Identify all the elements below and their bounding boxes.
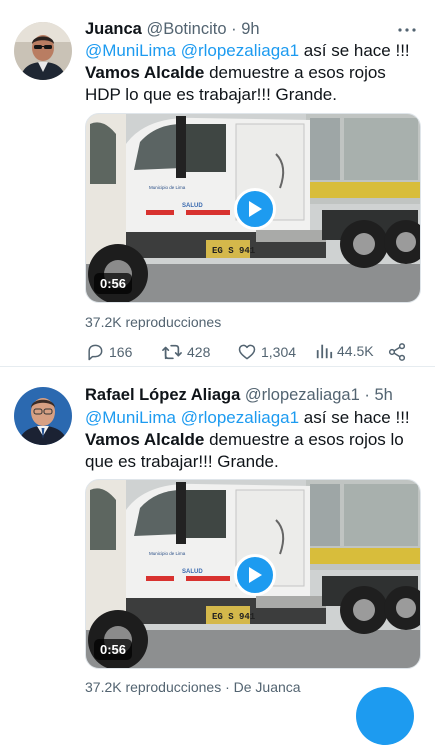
tweet-header: Rafael López Aliaga @rlopezaliaga1 · 5h <box>85 385 393 405</box>
tweet-juanca[interactable]: Juanca @Botincito · 9h @MuniLima @rlopez… <box>0 0 435 366</box>
mention-link[interactable]: @rlopezaliaga1 <box>181 408 299 427</box>
views-from[interactable]: · De Juanca <box>225 679 300 695</box>
compose-tweet-button[interactable] <box>356 687 414 745</box>
avatar-image <box>14 22 72 80</box>
author-name[interactable]: Rafael López Aliaga <box>85 386 240 404</box>
author-handle[interactable]: @Botincito <box>146 20 226 38</box>
like-count: 1,304 <box>261 344 297 360</box>
tweet-actions: 166 428 1,304 44.5K <box>85 342 415 364</box>
heart-icon <box>238 344 256 360</box>
mention-link[interactable]: @MuniLima <box>85 41 176 60</box>
more-dots-icon <box>398 28 416 32</box>
like-button[interactable]: 1,304 <box>237 342 296 362</box>
truck-plate: EG S 941 <box>212 612 256 622</box>
video-player[interactable]: EG S 941 Municipio de Lima SALUD 0:56 <box>85 113 421 303</box>
mention-link[interactable]: @MuniLima <box>85 408 176 427</box>
tweet-text: @MuniLima @rlopezaliaga1 así se hace !!!… <box>85 407 415 473</box>
avatar[interactable] <box>14 22 72 80</box>
video-duration: 0:56 <box>94 273 133 294</box>
reply-icon <box>88 344 103 361</box>
more-options-button[interactable] <box>395 18 419 42</box>
share-button[interactable] <box>387 342 407 362</box>
play-icon <box>249 567 262 583</box>
separator-dot: · <box>231 20 237 38</box>
analytics-count: 44.5K <box>337 343 374 359</box>
view-count-line: 37.2K reproducciones · De Juanca <box>85 679 301 695</box>
tweet-time[interactable]: 9h <box>241 20 259 38</box>
avatar-image <box>14 387 72 445</box>
reply-count: 166 <box>109 344 133 360</box>
tweet-time[interactable]: 5h <box>374 386 392 404</box>
video-player[interactable]: EG S 941 Municipio de Lima SALUD 0:56 <box>85 479 421 669</box>
tweet-header: Juanca @Botincito · 9h <box>85 19 260 39</box>
truck-salud: SALUD <box>182 203 203 209</box>
view-count: 37.2K reproducciones <box>85 314 222 330</box>
truck-salud: SALUD <box>182 569 203 575</box>
tweet-text-bold: Vamos Alcalde <box>85 63 205 82</box>
reply-button[interactable]: 166 <box>85 342 132 362</box>
view-count: 37.2K reproducciones <box>85 679 222 695</box>
play-button[interactable] <box>234 188 276 230</box>
play-icon <box>249 201 262 217</box>
retweet-count: 428 <box>187 344 211 360</box>
tweet-text-part: así se hace !!! <box>299 41 410 60</box>
analytics-button[interactable]: 44.5K <box>315 342 374 360</box>
tweet-rafael[interactable]: Rafael López Aliaga @rlopezaliaga1 · 5h … <box>0 367 435 745</box>
avatar[interactable] <box>14 387 72 445</box>
author-handle[interactable]: @rlopezaliaga1 <box>245 386 360 404</box>
truck-door-text: Municipio de Lima <box>149 185 186 190</box>
analytics-icon <box>316 344 333 359</box>
retweet-button[interactable]: 428 <box>161 342 210 362</box>
play-button[interactable] <box>234 554 276 596</box>
share-icon <box>388 343 406 361</box>
tweet-text: @MuniLima @rlopezaliaga1 así se hace !!!… <box>85 40 415 106</box>
tweet-text-part: así se hace !!! <box>299 408 410 427</box>
mention-link[interactable]: @rlopezaliaga1 <box>181 41 299 60</box>
author-name[interactable]: Juanca <box>85 20 142 38</box>
truck-door-text: Municipio de Lima <box>149 551 186 556</box>
truck-plate: EG S 941 <box>212 246 256 256</box>
tweet-text-bold: Vamos Alcalde <box>85 430 205 449</box>
retweet-icon <box>162 344 182 360</box>
separator-dot: · <box>364 386 370 404</box>
video-duration: 0:56 <box>94 639 133 660</box>
